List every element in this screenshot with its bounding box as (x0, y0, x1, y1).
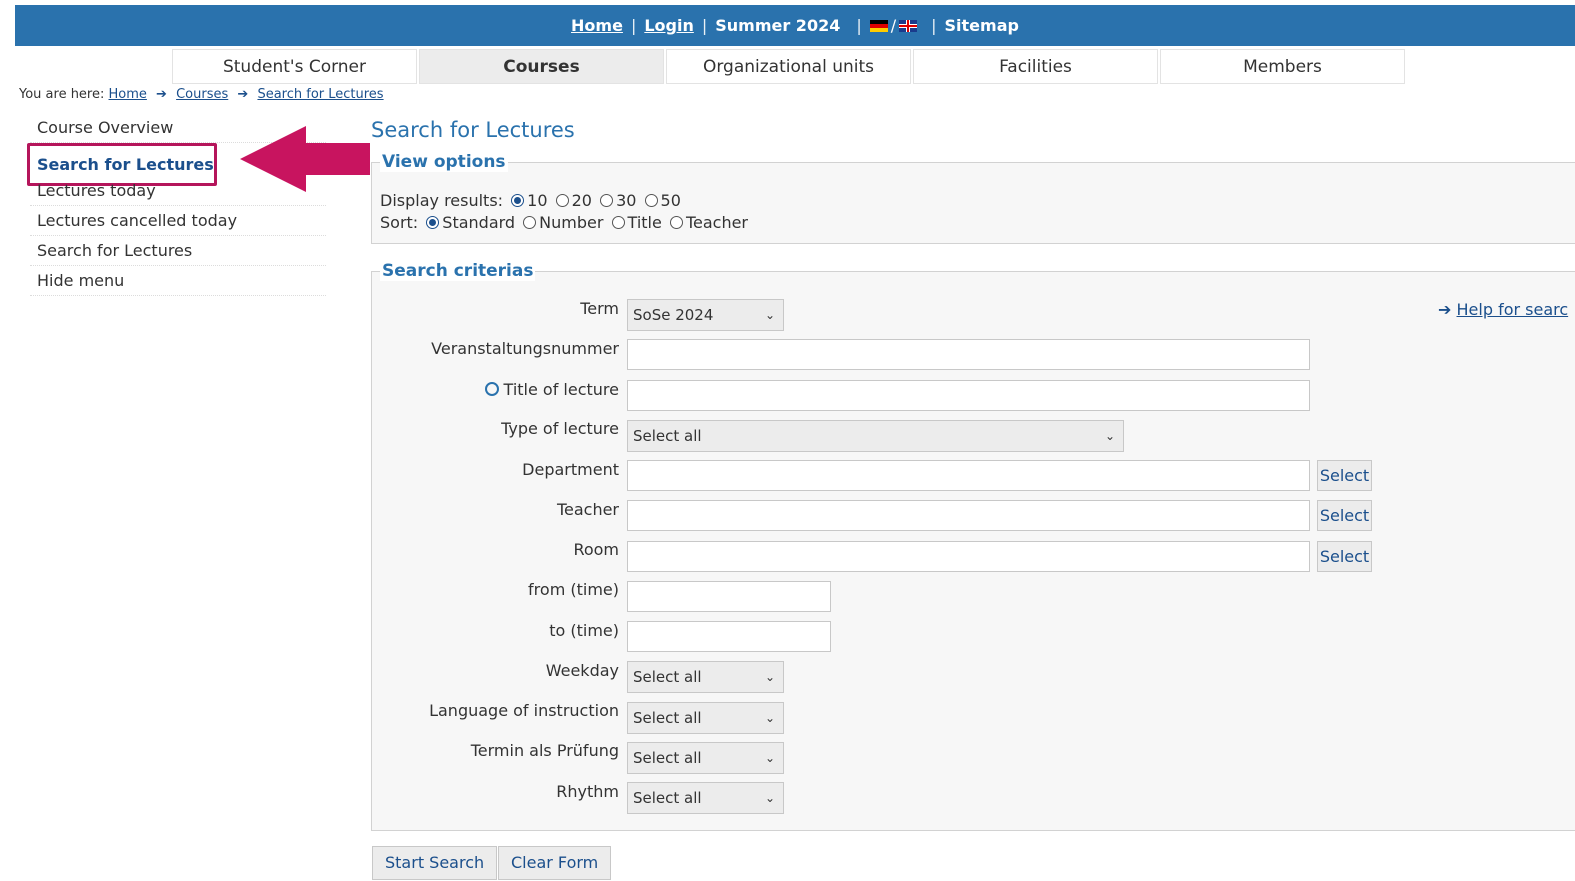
globe-icon[interactable] (484, 381, 499, 396)
help-for-search-link[interactable]: ➔ Help for searc (1438, 300, 1568, 319)
to-time-label: to (time) (549, 621, 619, 640)
display-10-radio[interactable] (511, 194, 525, 207)
view-options-legend: View options (380, 152, 508, 172)
arrow-right-icon: ➔ (237, 87, 249, 102)
german-flag-icon[interactable] (869, 19, 888, 32)
language-select-value: Select all (633, 709, 702, 727)
language-select[interactable]: Select all ⌄ (627, 702, 784, 734)
chevron-down-icon: ⌄ (764, 308, 775, 322)
sitemap-link[interactable]: Sitemap (945, 16, 1019, 35)
teacher-label: Teacher (556, 500, 619, 519)
term-select-value: SoSe 2024 (633, 306, 714, 324)
tab-organizational-units[interactable]: Organizational units (666, 49, 911, 84)
breadcrumb-home[interactable]: Home (109, 87, 147, 102)
breadcrumb-courses[interactable]: Courses (176, 87, 228, 102)
rhythm-select[interactable]: Select all ⌄ (627, 782, 784, 814)
term-select[interactable]: SoSe 2024 ⌄ (627, 299, 784, 331)
room-select-button[interactable]: Select (1317, 541, 1372, 572)
tab-facilities[interactable]: Facilities (913, 49, 1158, 84)
type-of-lecture-select[interactable]: Select all ⌄ (627, 420, 1124, 452)
sort-standard-radio[interactable] (426, 216, 440, 229)
lecture-number-label: Veranstaltungsnummer (431, 339, 619, 358)
annotation-arrow-icon (240, 126, 370, 192)
home-link[interactable]: Home (571, 16, 623, 35)
display-30-radio[interactable] (600, 194, 614, 207)
chevron-down-icon: ⌄ (1104, 429, 1115, 443)
sort-title-radio[interactable] (611, 216, 625, 229)
sort-teacher-label: Teacher (685, 213, 748, 232)
weekday-select-value: Select all (633, 668, 702, 686)
term-label: Term (580, 299, 619, 318)
from-time-label: from (time) (528, 580, 619, 599)
display-20-radio[interactable] (555, 194, 569, 207)
arrow-right-icon: ➔ (156, 87, 167, 102)
chevron-down-icon: ⌄ (764, 711, 775, 725)
sort-title-label: Title (627, 213, 662, 232)
display-results-label: Display results: (380, 191, 504, 210)
title-of-lecture-label: Title of lecture (503, 380, 619, 399)
english-flag-icon[interactable] (899, 19, 918, 32)
sort-label: Sort: (380, 213, 419, 232)
rhythm-label: Rhythm (556, 782, 619, 801)
department-label: Department (522, 460, 619, 479)
sidebar-item-hide-menu[interactable]: Hide menu (30, 266, 326, 296)
chevron-down-icon: ⌄ (764, 670, 775, 684)
chevron-down-icon: ⌄ (764, 751, 775, 765)
display-20-label: 20 (571, 191, 592, 210)
sidebar-item-search-for-lectures-2[interactable]: Search for Lectures (30, 236, 326, 266)
main-navigation-tabs: Student's Corner Courses Organizational … (172, 49, 1405, 84)
type-of-lecture-select-value: Select all (633, 427, 702, 445)
display-50-label: 50 (660, 191, 681, 210)
sort-row: Sort: Standard Number Title Teacher (380, 213, 748, 232)
clear-form-button[interactable]: Clear Form (498, 846, 612, 880)
exam-select[interactable]: Select all ⌄ (627, 742, 784, 774)
weekday-label: Weekday (545, 661, 619, 680)
sort-number-radio[interactable] (523, 216, 537, 229)
language-separator: / (890, 16, 897, 35)
lecture-number-input[interactable] (627, 339, 1310, 370)
room-input[interactable] (627, 541, 1310, 572)
sidebar-item-lectures-cancelled-today[interactable]: Lectures cancelled today (30, 206, 326, 236)
display-10-label: 10 (527, 191, 548, 210)
breadcrumb: You are here: Home ➔ Courses ➔ Search fo… (19, 87, 384, 102)
weekday-select[interactable]: Select all ⌄ (627, 661, 784, 693)
language-label: Language of instruction (429, 701, 619, 720)
chevron-down-icon: ⌄ (764, 791, 775, 805)
top-bar: Home | Login | Summer 2024 | / | Sitemap (15, 5, 1575, 46)
room-label: Room (573, 540, 619, 559)
teacher-select-button[interactable]: Select (1317, 500, 1372, 531)
page-title: Search for Lectures (371, 118, 575, 142)
display-30-label: 30 (616, 191, 637, 210)
sort-number-label: Number (539, 213, 604, 232)
tab-courses[interactable]: Courses (419, 49, 664, 84)
tab-members[interactable]: Members (1160, 49, 1405, 84)
display-50-radio[interactable] (644, 194, 658, 207)
sort-teacher-radio[interactable] (669, 216, 683, 229)
title-of-lecture-label-row: Title of lecture (484, 380, 619, 399)
start-search-button[interactable]: Start Search (372, 846, 498, 880)
login-link[interactable]: Login (644, 16, 694, 35)
exam-label: Termin als Prüfung (470, 741, 619, 760)
type-of-lecture-label: Type of lecture (501, 419, 619, 438)
display-results-row: Display results: 10 20 30 50 (380, 191, 681, 210)
search-criteria-legend: Search criterias (380, 261, 536, 281)
teacher-input[interactable] (627, 500, 1310, 531)
breadcrumb-prefix: You are here: (19, 87, 105, 102)
department-input[interactable] (627, 460, 1310, 491)
breadcrumb-search-for-lectures[interactable]: Search for Lectures (257, 87, 383, 102)
tab-students-corner[interactable]: Student's Corner (172, 49, 417, 84)
from-time-input[interactable] (627, 581, 831, 612)
to-time-input[interactable] (627, 621, 831, 652)
help-link-text[interactable]: Help for searc (1457, 300, 1569, 319)
semester-label[interactable]: Summer 2024 (715, 16, 840, 35)
department-select-button[interactable]: Select (1317, 460, 1372, 491)
exam-select-value: Select all (633, 749, 702, 767)
title-of-lecture-input[interactable] (627, 380, 1310, 411)
rhythm-select-value: Select all (633, 789, 702, 807)
sort-standard-label: Standard (442, 213, 516, 232)
arrow-right-icon: ➔ (1438, 300, 1452, 319)
